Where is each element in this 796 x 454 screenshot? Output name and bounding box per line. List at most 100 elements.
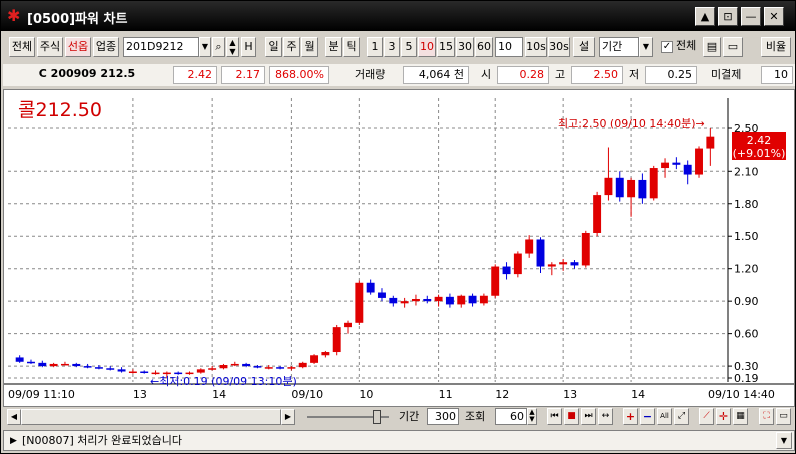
minimize-button[interactable]: — xyxy=(741,7,761,26)
sec-30-button[interactable]: 30s xyxy=(548,37,570,57)
candle-body xyxy=(230,363,239,366)
zoom-out-icon[interactable]: − xyxy=(640,408,655,425)
candle-body xyxy=(706,136,715,149)
minute-15-button[interactable]: 15 xyxy=(437,37,455,57)
minute-button[interactable]: 분 xyxy=(325,37,342,57)
candle-body xyxy=(513,253,522,275)
candle-body xyxy=(378,292,386,298)
status-dropdown-icon[interactable]: ▼ xyxy=(776,432,792,449)
candle-body xyxy=(559,262,568,265)
minute-interval-input[interactable]: 10 xyxy=(495,37,523,57)
x-tick-label: 12 xyxy=(495,388,509,401)
indicator-icon[interactable]: ▦ xyxy=(733,408,748,425)
fit-width-icon[interactable]: ↔ xyxy=(598,408,613,425)
y-tick-label: 0.90 xyxy=(734,295,759,308)
candle-body xyxy=(321,352,330,356)
zoom-in-icon[interactable]: + xyxy=(623,408,638,425)
candle-body xyxy=(638,179,647,199)
title-bar[interactable]: ✱ [0500]파워 차트 ▲ ⊡ — ✕ xyxy=(1,1,795,31)
fullscreen-icon[interactable]: ⛶ xyxy=(759,408,774,425)
app-logo-icon: ✱ xyxy=(7,6,21,25)
minute-10-button[interactable]: 10 xyxy=(418,37,436,57)
status-bar: ▶ [N00807] 처리가 완료되었습니다 ▼ xyxy=(3,430,795,451)
all-view-icon[interactable]: All xyxy=(657,408,672,425)
next-page-icon[interactable]: ⏭ xyxy=(581,408,596,425)
settings-button[interactable]: 설 xyxy=(573,37,595,57)
month-button[interactable]: 월 xyxy=(301,37,318,57)
current-price: 2.42 xyxy=(173,66,217,84)
candle-body xyxy=(411,298,420,302)
code-input[interactable]: 201D9212 xyxy=(123,37,199,57)
save-icon[interactable]: ▤ xyxy=(703,37,721,57)
open-label: 시 xyxy=(481,68,492,81)
candle-body xyxy=(287,367,296,369)
link-icon[interactable]: ⊡ xyxy=(718,7,738,26)
category-option-button[interactable]: 선옵 xyxy=(65,37,91,57)
query-spinner-icon[interactable]: ▲ ▼ xyxy=(527,408,537,425)
window-title: [0500]파워 차트 xyxy=(27,12,128,27)
tick-button[interactable]: 틱 xyxy=(343,37,360,57)
x-tick-label: 10 xyxy=(359,388,373,401)
x-tick-label: 13 xyxy=(133,388,147,401)
category-stock-button[interactable]: 주식 xyxy=(37,37,63,57)
y-tick-label: 1.80 xyxy=(734,198,759,211)
candlestick-chart[interactable]: 0.190.300.600.901.201.501.802.102.5009/0… xyxy=(4,90,794,406)
panel-icon[interactable]: ▭ xyxy=(776,408,791,425)
h-button[interactable]: H xyxy=(241,37,256,57)
all-checkbox[interactable]: ✓ xyxy=(661,41,673,53)
category-sector-button[interactable]: 업종 xyxy=(93,37,119,57)
candle-body xyxy=(253,366,262,368)
y-tick-label: 0.60 xyxy=(734,328,759,341)
scroll-left-icon[interactable]: ◀ xyxy=(7,409,21,425)
close-button[interactable]: ✕ xyxy=(764,7,784,26)
stop-icon[interactable]: ■ xyxy=(564,408,579,425)
layout-icon[interactable]: ▭ xyxy=(723,37,743,57)
candle-body xyxy=(264,367,273,369)
chart-scrollbar[interactable] xyxy=(21,409,281,425)
status-message: [N00807] 처리가 완료되었습니다 xyxy=(22,434,182,447)
expand-icon[interactable]: ⤢ xyxy=(674,408,689,425)
trend-line-icon[interactable]: ⟋ xyxy=(699,408,714,425)
chart-panel[interactable]: 0.19 0.30 0.60 0.90 1.20 1.50 1.80 2.10 2.50 09/0… xyxy=(3,89,795,407)
crosshair-icon[interactable]: ✛ xyxy=(716,408,731,425)
candle-body xyxy=(106,368,115,370)
code-dropdown-icon[interactable]: ▼ xyxy=(199,37,211,57)
period-count-label: 기간 xyxy=(399,410,420,423)
minute-30-button[interactable]: 30 xyxy=(456,37,474,57)
candle-body xyxy=(94,367,103,369)
candle-body xyxy=(196,369,205,373)
candle-body xyxy=(355,282,364,323)
minute-60-button[interactable]: 60 xyxy=(475,37,493,57)
period-count-input[interactable]: 300 xyxy=(427,408,459,425)
week-button[interactable]: 주 xyxy=(283,37,300,57)
y-tick-label: 1.50 xyxy=(734,230,759,243)
minute-3-button[interactable]: 3 xyxy=(384,37,400,57)
candle-body xyxy=(276,367,285,369)
candle-body xyxy=(242,363,251,367)
change-percent: 868.00% xyxy=(269,66,329,84)
day-button[interactable]: 일 xyxy=(265,37,282,57)
query-count-input[interactable]: 60 xyxy=(495,408,527,425)
all-check-label: 전체 xyxy=(676,39,697,52)
range-dropdown-icon[interactable]: ▼ xyxy=(639,37,653,57)
candle-body xyxy=(151,372,160,375)
zoom-slider-thumb[interactable] xyxy=(373,410,381,424)
y-tick-label: 0.19 xyxy=(734,372,759,385)
sec-10-button[interactable]: 10s xyxy=(525,37,547,57)
candle-body xyxy=(661,162,670,169)
search-icon[interactable]: ⌕ xyxy=(212,37,225,57)
quote-info-bar: C 200909 212.5 2.42 2.17 868.00% 거래량 4,0… xyxy=(3,64,795,86)
scroll-right-icon[interactable]: ▶ xyxy=(281,409,295,425)
range-select[interactable]: 기간 xyxy=(599,37,639,57)
ratio-button[interactable]: 비율 xyxy=(761,37,791,57)
candle-body xyxy=(468,295,477,304)
updown-spinner-icon[interactable]: ▲ ▼ xyxy=(226,37,239,57)
pin-icon[interactable]: ▲ xyxy=(695,7,715,26)
candle-body xyxy=(604,177,613,196)
minute-5-button[interactable]: 5 xyxy=(401,37,417,57)
candle-body xyxy=(547,264,556,267)
first-page-icon[interactable]: ⏮ xyxy=(547,408,562,425)
candle-body xyxy=(298,362,307,368)
minute-1-button[interactable]: 1 xyxy=(367,37,383,57)
category-all-button[interactable]: 전체 xyxy=(9,37,35,57)
